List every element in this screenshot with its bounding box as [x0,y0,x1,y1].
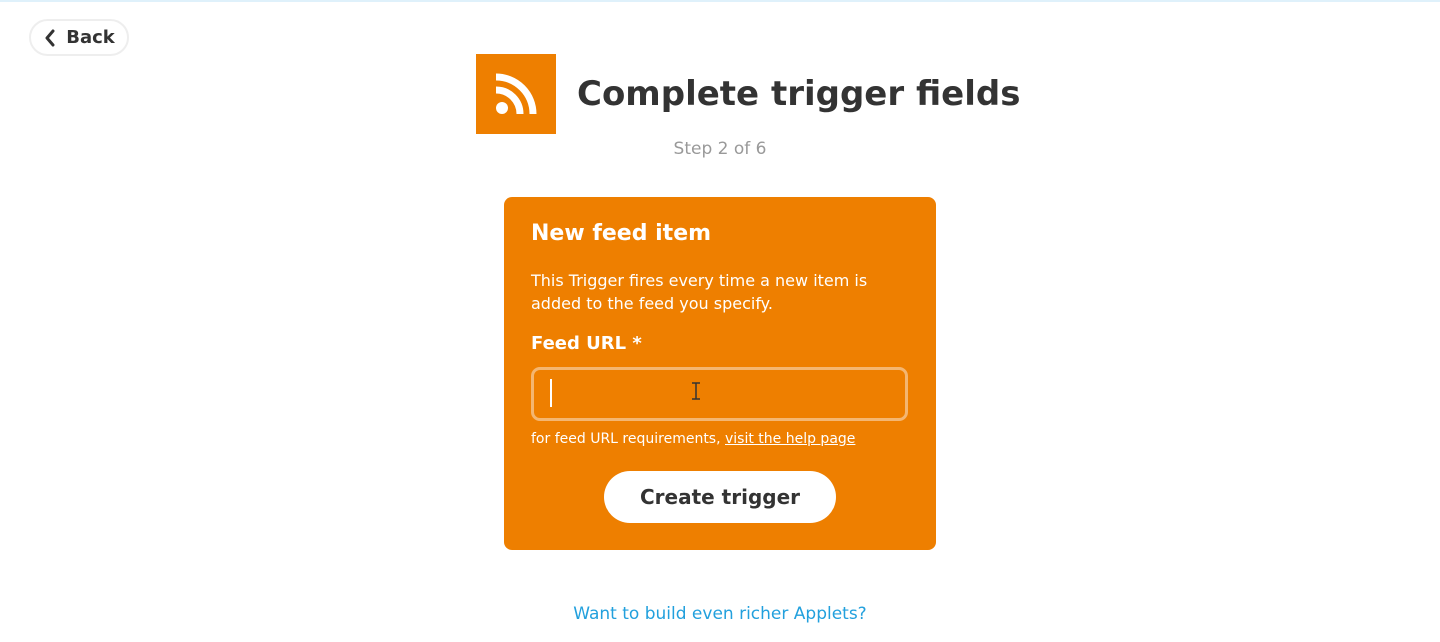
text-cursor-icon [692,382,700,400]
page-header: Complete trigger fields [476,54,1020,134]
text-caret [550,379,552,407]
feed-url-label: Feed URL * [531,333,642,354]
help-prefix: for feed URL requirements, [531,431,725,447]
back-button[interactable]: Back [29,19,129,56]
richer-applets-section: Want to build even richer Applets? [0,604,1440,624]
feed-url-input[interactable] [531,367,908,421]
trigger-card: New feed item This Trigger fires every t… [504,197,936,550]
page-title: Complete trigger fields [577,74,1021,114]
trigger-description: This Trigger fires every time a new item… [531,271,868,313]
help-text: for feed URL requirements, visit the hel… [531,431,855,447]
top-divider [0,0,1440,2]
trigger-title: New feed item [531,221,712,246]
chevron-left-icon [43,29,57,47]
back-label: Back [66,27,115,48]
rss-icon [476,54,556,134]
richer-applets-link[interactable]: Want to build even richer Applets? [573,604,866,624]
create-trigger-button[interactable]: Create trigger [604,471,836,523]
help-page-link[interactable]: visit the help page [725,431,855,447]
step-indicator: Step 2 of 6 [673,139,767,159]
